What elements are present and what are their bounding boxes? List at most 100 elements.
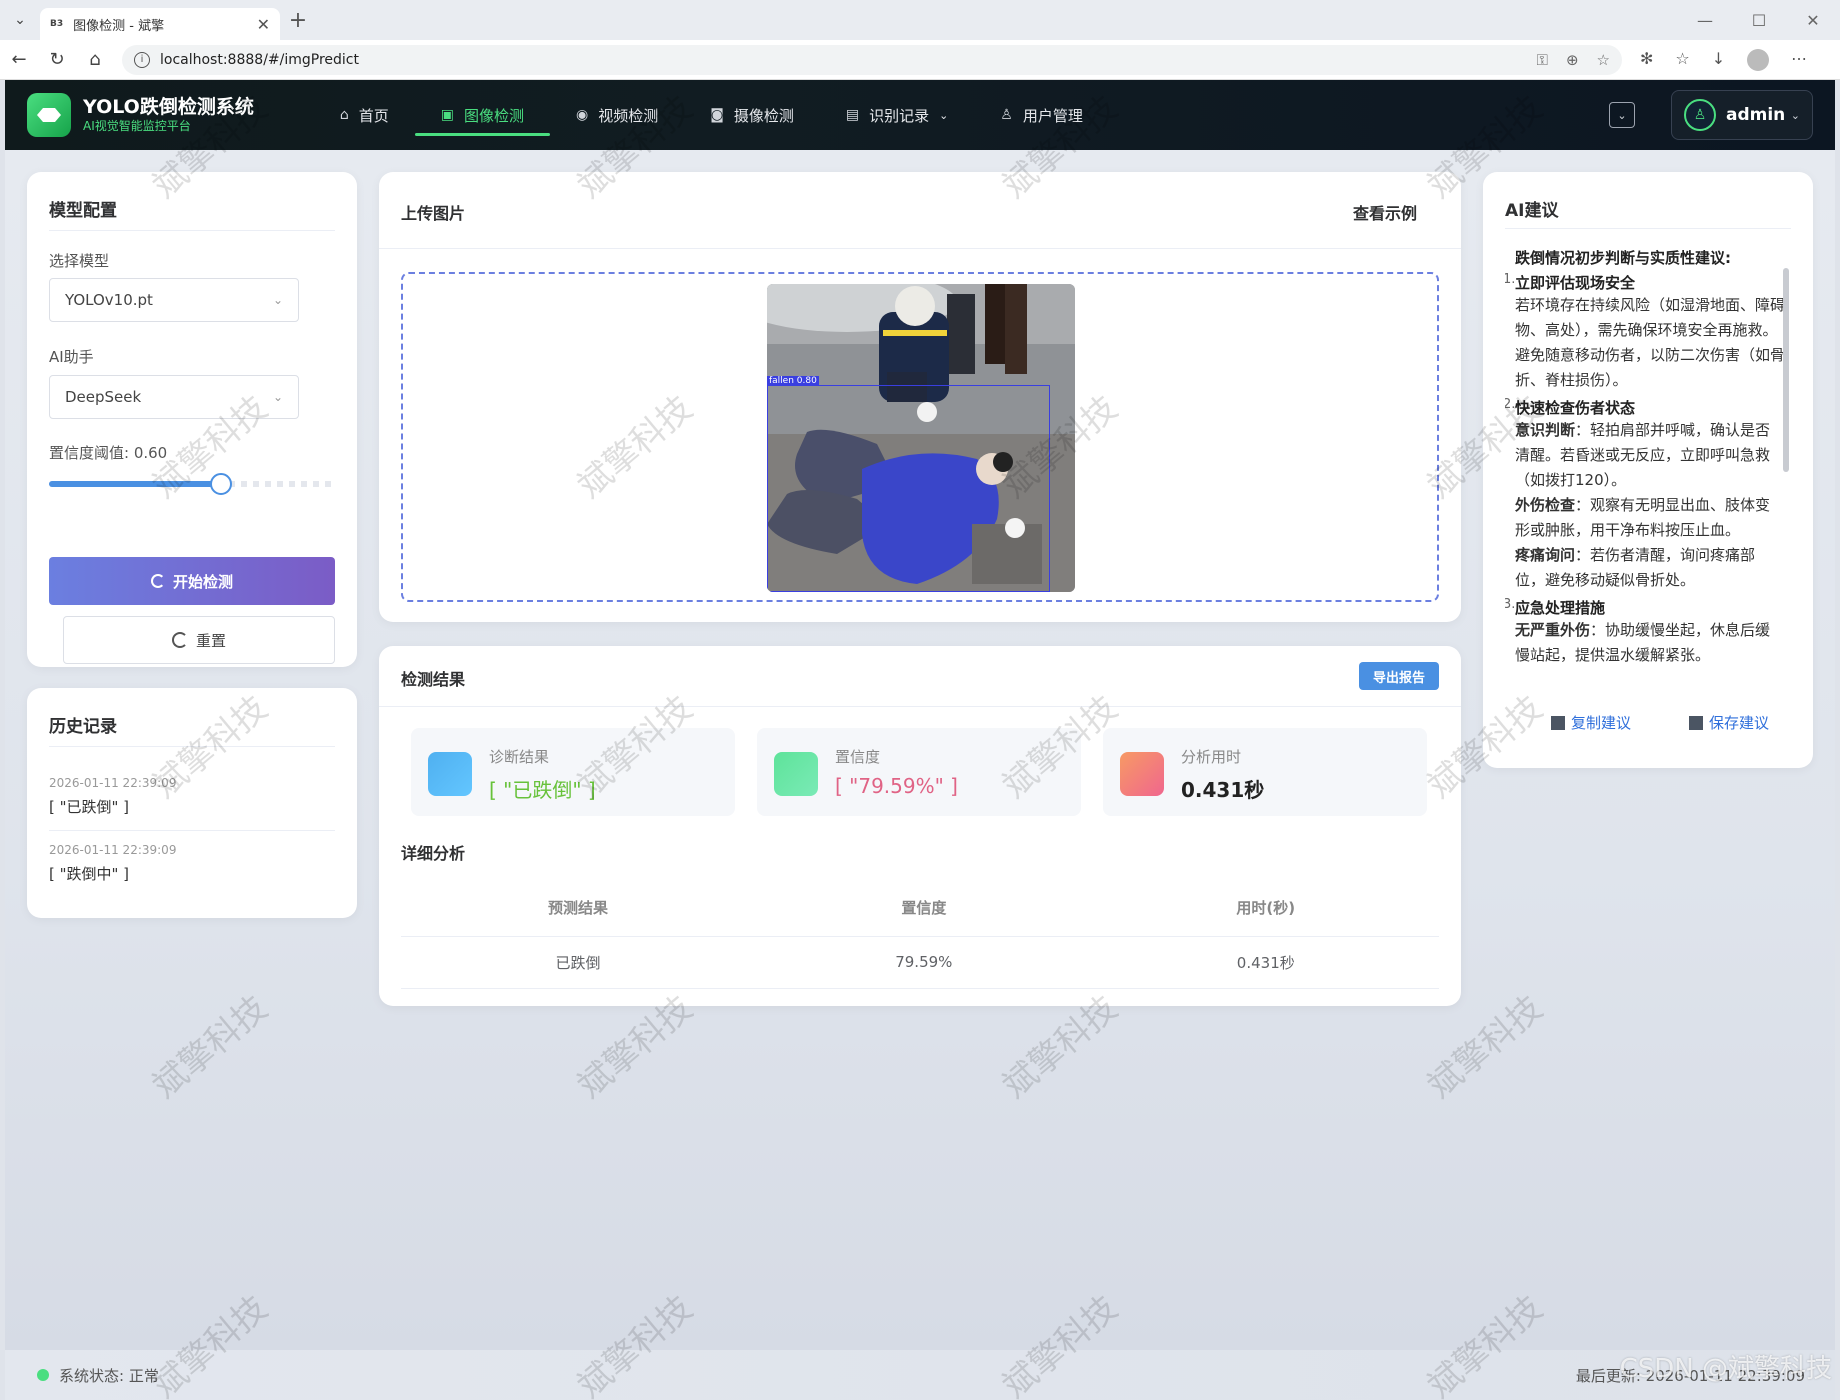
ai-assistant-value: DeepSeek	[65, 388, 142, 406]
stat-label: 分析用时	[1181, 748, 1242, 766]
history-item[interactable]: 2026-01-11 22:39:09 [ "跌倒中" ]	[49, 843, 335, 884]
nav-label: 图像检测	[463, 106, 524, 125]
reload-icon[interactable]: ↻	[38, 49, 76, 70]
logo-hexagon-icon	[37, 108, 61, 122]
copy-icon	[1551, 715, 1565, 730]
ai-paragraph: 若环境存在持续风险（如湿滑地面、障碍物、高处），需先确保环境安全再施救。	[1515, 296, 1785, 339]
document-icon: ▤	[845, 107, 860, 123]
ai-section-title: 1. 立即评估现场安全	[1505, 272, 1785, 293]
view-example-link[interactable]: 查看示例	[1353, 200, 1417, 224]
history-item[interactable]: 2026-01-11 22:39:09 [ "已跌倒" ]	[49, 776, 335, 817]
key-icon[interactable]: ⚿	[1537, 51, 1548, 69]
ai-section-title: 2. 快速检查伤者状态	[1505, 397, 1785, 418]
extensions-icon[interactable]: ✻	[1640, 49, 1653, 71]
user-menu[interactable]: ♙ admin ⌄	[1671, 90, 1813, 140]
avatar: ♙	[1684, 99, 1716, 131]
save-advice-button[interactable]: 保存建议	[1689, 712, 1769, 733]
ai-paragraph: 无严重外伤：协助缓慢坐起，休息后缓慢站起，提供温水缓解紧张。	[1505, 618, 1785, 668]
back-icon[interactable]: ←	[0, 49, 38, 70]
detail-table: 预测结果 置信度 用时(秒) 已跌倒 79.59% 0.431秒	[401, 880, 1439, 989]
stat-value: [ "已跌倒" ]	[489, 778, 596, 802]
results-title: 检测结果	[401, 670, 466, 689]
ai-paragraph: 外伤检查：观察有无明显出血、肢体变形或肿胀，用干净布料按压止血。	[1505, 493, 1785, 543]
menu-more-icon[interactable]: ⋯	[1791, 49, 1807, 71]
nav-camera-detect[interactable]: ◙ 摄像检测	[684, 80, 820, 150]
detection-bounding-box	[767, 385, 1050, 592]
history-time: 2026-01-11 22:39:09	[49, 776, 177, 790]
info-icon[interactable]: i	[134, 51, 150, 68]
scrollbar[interactable]	[1783, 268, 1789, 472]
home-browser-icon[interactable]: ⌂	[76, 49, 114, 70]
section-number: 3.	[1505, 597, 1516, 612]
ai-keyword: 疼痛询问	[1515, 546, 1576, 564]
config-title: 模型配置	[49, 201, 117, 221]
profile-avatar[interactable]	[1747, 48, 1770, 71]
nav-records[interactable]: ▤ 识别记录 ⌄	[820, 80, 974, 150]
model-config-card: 模型配置 选择模型 YOLOv10.pt ⌄ AI助手 DeepSeek ⌄ 置…	[27, 172, 357, 667]
divider	[49, 230, 335, 231]
slider-handle[interactable]	[210, 473, 232, 495]
stat-analysis-time: 分析用时 0.431秒	[1103, 728, 1427, 816]
start-detect-label: 开始检测	[172, 572, 233, 591]
column-header: 置信度	[755, 880, 1093, 937]
stat-value: [ "79.59%" ]	[835, 774, 958, 798]
zoom-icon[interactable]: ⊕	[1566, 51, 1579, 69]
nav-user-manage[interactable]: ♙ 用户管理	[974, 80, 1109, 150]
address-bar: ← ↻ ⌂ i localhost:8888/#/imgPredict ⚿ ⊕ …	[0, 40, 1840, 80]
stat-confidence: 置信度 [ "79.59%" ]	[757, 728, 1081, 816]
copy-label: 复制建议	[1571, 714, 1632, 732]
main-nav: ⌂ 首页 ▣ 图像检测 ◉ 视频检测 ◙ 摄像检测 ▤ 识别记录 ⌄ ♙ 用户管理	[314, 80, 1109, 150]
url-field[interactable]: i localhost:8888/#/imgPredict ⚿ ⊕ ☆	[122, 44, 1622, 75]
maximize-icon[interactable]: ☐	[1732, 11, 1786, 30]
confidence-icon	[774, 752, 818, 796]
app-logo	[27, 93, 71, 137]
status-dot-icon	[37, 1369, 49, 1381]
download-icon[interactable]: ↓	[1712, 49, 1725, 71]
copy-advice-button[interactable]: 复制建议	[1551, 712, 1631, 733]
reset-button[interactable]: 重置	[63, 616, 335, 664]
ai-paragraph: 意识判断：轻拍肩部并呼喊，确认是否清醒。若昏迷或无反应，立即呼叫急救（如拨打12…	[1505, 418, 1785, 493]
close-tab-icon[interactable]: ✕	[257, 15, 270, 34]
stat-value: 0.431秒	[1181, 778, 1265, 802]
browser-tab[interactable]: B3 图像检测 - 斌擎 ✕	[40, 8, 280, 40]
play-icon: ◉	[575, 107, 589, 123]
close-window-icon[interactable]: ✕	[1786, 11, 1840, 30]
nav-home[interactable]: ⌂ 首页	[314, 80, 415, 150]
stat-label: 诊断结果	[489, 748, 550, 766]
tab-list-chevron-icon[interactable]: ⌄	[0, 0, 40, 40]
nav-video-detect[interactable]: ◉ 视频检测	[550, 80, 684, 150]
ai-assistant-select[interactable]: DeepSeek ⌄	[49, 375, 299, 419]
star-icon[interactable]: ☆	[1597, 51, 1610, 69]
image-drop-zone[interactable]: fallen 0.80	[401, 272, 1439, 602]
ai-advice-content[interactable]: 跌倒情况初步判断与实质性建议: 1. 立即评估现场安全 若环境存在持续风险（如湿滑…	[1505, 247, 1785, 687]
export-report-button[interactable]: 导出报告	[1358, 662, 1439, 690]
ai-paragraph: 避免随意移动伤者，以防二次伤害（如骨折、脊柱损伤）。	[1515, 346, 1785, 389]
ai-keyword: 意识判断	[1515, 421, 1576, 439]
model-select[interactable]: YOLOv10.pt ⌄	[49, 278, 299, 322]
divider	[379, 706, 1461, 707]
nav-image-detect[interactable]: ▣ 图像检测	[414, 80, 551, 150]
minimize-icon[interactable]: —	[1678, 11, 1732, 30]
detected-image: fallen 0.80	[767, 284, 1075, 592]
tab-title: 图像检测 - 斌擎	[73, 18, 165, 34]
favorites-icon[interactable]: ☆	[1675, 49, 1689, 71]
app-title: YOLO跌倒检测系统	[83, 96, 254, 118]
model-label: 选择模型	[49, 252, 110, 270]
fullscreen-icon[interactable]: ⌄	[1609, 102, 1635, 128]
ai-heading: 跌倒情况初步判断与实质性建议:	[1515, 249, 1732, 267]
column-header: 预测结果	[401, 880, 756, 937]
stat-diagnosis: 诊断结果 [ "已跌倒" ]	[411, 728, 735, 816]
image-icon: ▣	[440, 107, 454, 123]
ai-keyword: 无严重外伤	[1515, 621, 1591, 639]
chevron-down-icon: ⌄	[939, 108, 949, 122]
save-label: 保存建议	[1709, 714, 1770, 732]
section-title-text: 立即评估现场安全	[1515, 274, 1636, 292]
chevron-down-icon: ⌄	[1790, 108, 1800, 122]
start-detect-button[interactable]: 开始检测	[49, 557, 335, 605]
chevron-down-icon: ⌄	[272, 390, 283, 404]
timer-icon	[1120, 752, 1164, 796]
new-tab-icon[interactable]: +	[280, 8, 316, 33]
section-title-text: 应急处理措施	[1515, 599, 1606, 617]
stat-label: 置信度	[835, 748, 881, 766]
threshold-slider[interactable]	[49, 472, 335, 496]
